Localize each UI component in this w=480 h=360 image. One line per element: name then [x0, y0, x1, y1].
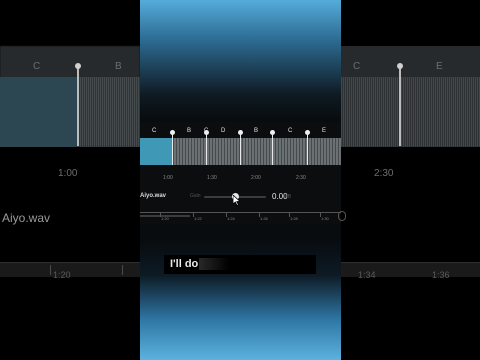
time-label: 2:30: [296, 175, 306, 181]
chord-marker-line[interactable]: [272, 133, 273, 165]
time-label: 1:00: [163, 175, 173, 181]
ruler-time: 1:20: [161, 216, 169, 221]
chord-marker-line[interactable]: [240, 133, 241, 165]
ruler-time: 1:26: [260, 216, 268, 221]
chord-marker-label: D: [221, 128, 226, 134]
ruler-time: 1:28: [290, 216, 298, 221]
chord-marker-line[interactable]: [206, 133, 207, 165]
right-chord-label: E: [436, 61, 443, 72]
right-ruler-time: 1:36: [432, 270, 450, 280]
left-ruler-time: 1:20: [53, 270, 71, 280]
time-label: 1:30: [207, 175, 217, 181]
ruler-time: 1:30: [321, 216, 329, 221]
left-played-region: [0, 77, 78, 147]
right-playhead-handle: [397, 63, 403, 69]
ruler-time: 1:24: [227, 216, 235, 221]
chord-marker-label: C: [204, 128, 209, 134]
chord-marker-label: C: [152, 128, 157, 134]
time-label: 2:00: [251, 175, 261, 181]
slider-label: Gain: [190, 193, 201, 199]
chord-marker-label: C: [288, 128, 293, 134]
chord-marker-label: B: [254, 128, 259, 134]
right-time-label: 2:30: [374, 168, 394, 179]
ruler-time: 1:22: [194, 216, 202, 221]
scroll-end-handle[interactable]: [338, 211, 346, 221]
mouse-cursor-icon: [233, 195, 241, 206]
right-playhead: [399, 66, 401, 146]
ruler-tick: [122, 265, 123, 275]
right-waveform: [341, 77, 480, 147]
gain-unit: dB: [285, 194, 292, 200]
left-chord-label: C: [33, 61, 41, 72]
caption-ghost-text: [199, 258, 229, 270]
left-filename: Aiyo.wav: [2, 211, 51, 225]
left-playhead: [77, 66, 79, 146]
right-chord-label: C: [353, 61, 361, 72]
chord-marker-line[interactable]: [172, 133, 173, 165]
right-ruler-time: 1:34: [358, 270, 376, 280]
chord-marker-line[interactable]: [307, 133, 308, 165]
left-playhead-handle: [75, 63, 81, 69]
caption-text: I'll do: [170, 258, 199, 270]
ruler-tick: [50, 265, 51, 275]
played-waveform[interactable]: [140, 138, 173, 165]
track-filename: Aiyo.wav: [140, 193, 167, 199]
left-waveform: [78, 77, 140, 147]
chord-marker-label: E: [322, 128, 327, 134]
waveform[interactable]: [173, 138, 341, 165]
chord-marker-label: B: [187, 128, 192, 134]
left-chord-label: B: [115, 61, 122, 72]
left-time-label: 1:00: [58, 168, 78, 179]
